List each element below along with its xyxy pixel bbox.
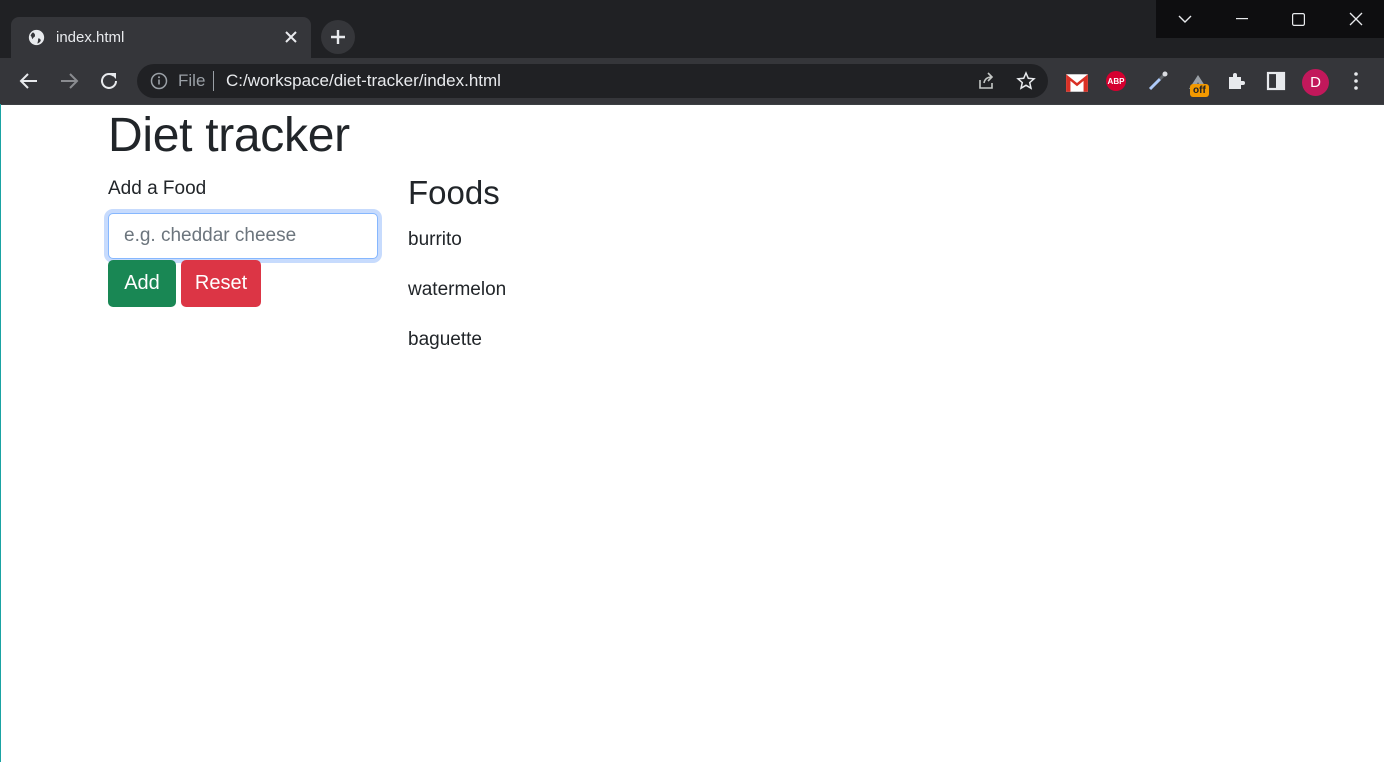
tab-title: index.html bbox=[56, 29, 125, 46]
window-controls bbox=[1156, 0, 1384, 38]
browser-toolbar: File C:/workspace/diet-tracker/index.htm… bbox=[0, 58, 1384, 104]
page-title: Diet tracker bbox=[108, 109, 350, 162]
share-icon[interactable] bbox=[976, 71, 996, 91]
tab-search-button[interactable] bbox=[1156, 0, 1213, 38]
close-window-button[interactable] bbox=[1327, 0, 1384, 38]
profile-avatar[interactable]: D bbox=[1302, 69, 1329, 96]
food-list-item: baguette bbox=[408, 329, 482, 350]
maximize-button[interactable] bbox=[1270, 0, 1327, 38]
minimize-icon bbox=[1235, 18, 1248, 20]
back-arrow-icon[interactable] bbox=[17, 69, 41, 93]
url-text[interactable]: C:/workspace/diet-tracker/index.html bbox=[226, 71, 501, 91]
globe-icon bbox=[28, 29, 45, 46]
kebab-menu-icon[interactable] bbox=[1344, 69, 1368, 93]
browser-titlebar: index.html bbox=[0, 0, 1384, 58]
reload-icon[interactable] bbox=[97, 69, 121, 93]
scheme-label: File bbox=[178, 71, 206, 90]
maximize-icon bbox=[1292, 12, 1305, 26]
food-list-item: burrito bbox=[408, 229, 462, 250]
add-button[interactable]: Add bbox=[108, 260, 176, 307]
eyedropper-extension-icon[interactable] bbox=[1146, 69, 1170, 93]
address-divider bbox=[213, 71, 214, 91]
foods-heading: Foods bbox=[408, 174, 500, 211]
extensions-puzzle-icon[interactable] bbox=[1225, 69, 1249, 93]
forward-arrow-icon[interactable] bbox=[57, 69, 81, 93]
close-icon bbox=[1349, 12, 1362, 26]
new-tab-button[interactable] bbox=[321, 20, 355, 54]
close-tab-icon[interactable] bbox=[283, 29, 299, 45]
chevron-down-icon bbox=[1178, 15, 1191, 23]
extension-off-badge: off bbox=[1190, 84, 1209, 97]
side-panel-icon[interactable] bbox=[1264, 69, 1288, 93]
info-icon[interactable] bbox=[150, 72, 168, 90]
food-input[interactable] bbox=[108, 213, 378, 259]
window-edge bbox=[0, 104, 1, 762]
reset-button[interactable]: Reset bbox=[181, 260, 261, 307]
add-food-label: Add a Food bbox=[108, 178, 207, 199]
minimize-button[interactable] bbox=[1213, 0, 1270, 38]
plus-icon bbox=[331, 30, 345, 44]
food-list-item: watermelon bbox=[408, 279, 507, 300]
browser-tab[interactable]: index.html bbox=[11, 17, 311, 58]
address-bar[interactable]: File C:/workspace/diet-tracker/index.htm… bbox=[137, 64, 1048, 98]
toolbar-bottom-border bbox=[0, 104, 1384, 105]
adblock-plus-extension-icon[interactable]: ABP bbox=[1106, 71, 1126, 91]
bookmark-star-icon[interactable] bbox=[1016, 71, 1036, 91]
gmail-extension-icon[interactable] bbox=[1065, 71, 1089, 95]
